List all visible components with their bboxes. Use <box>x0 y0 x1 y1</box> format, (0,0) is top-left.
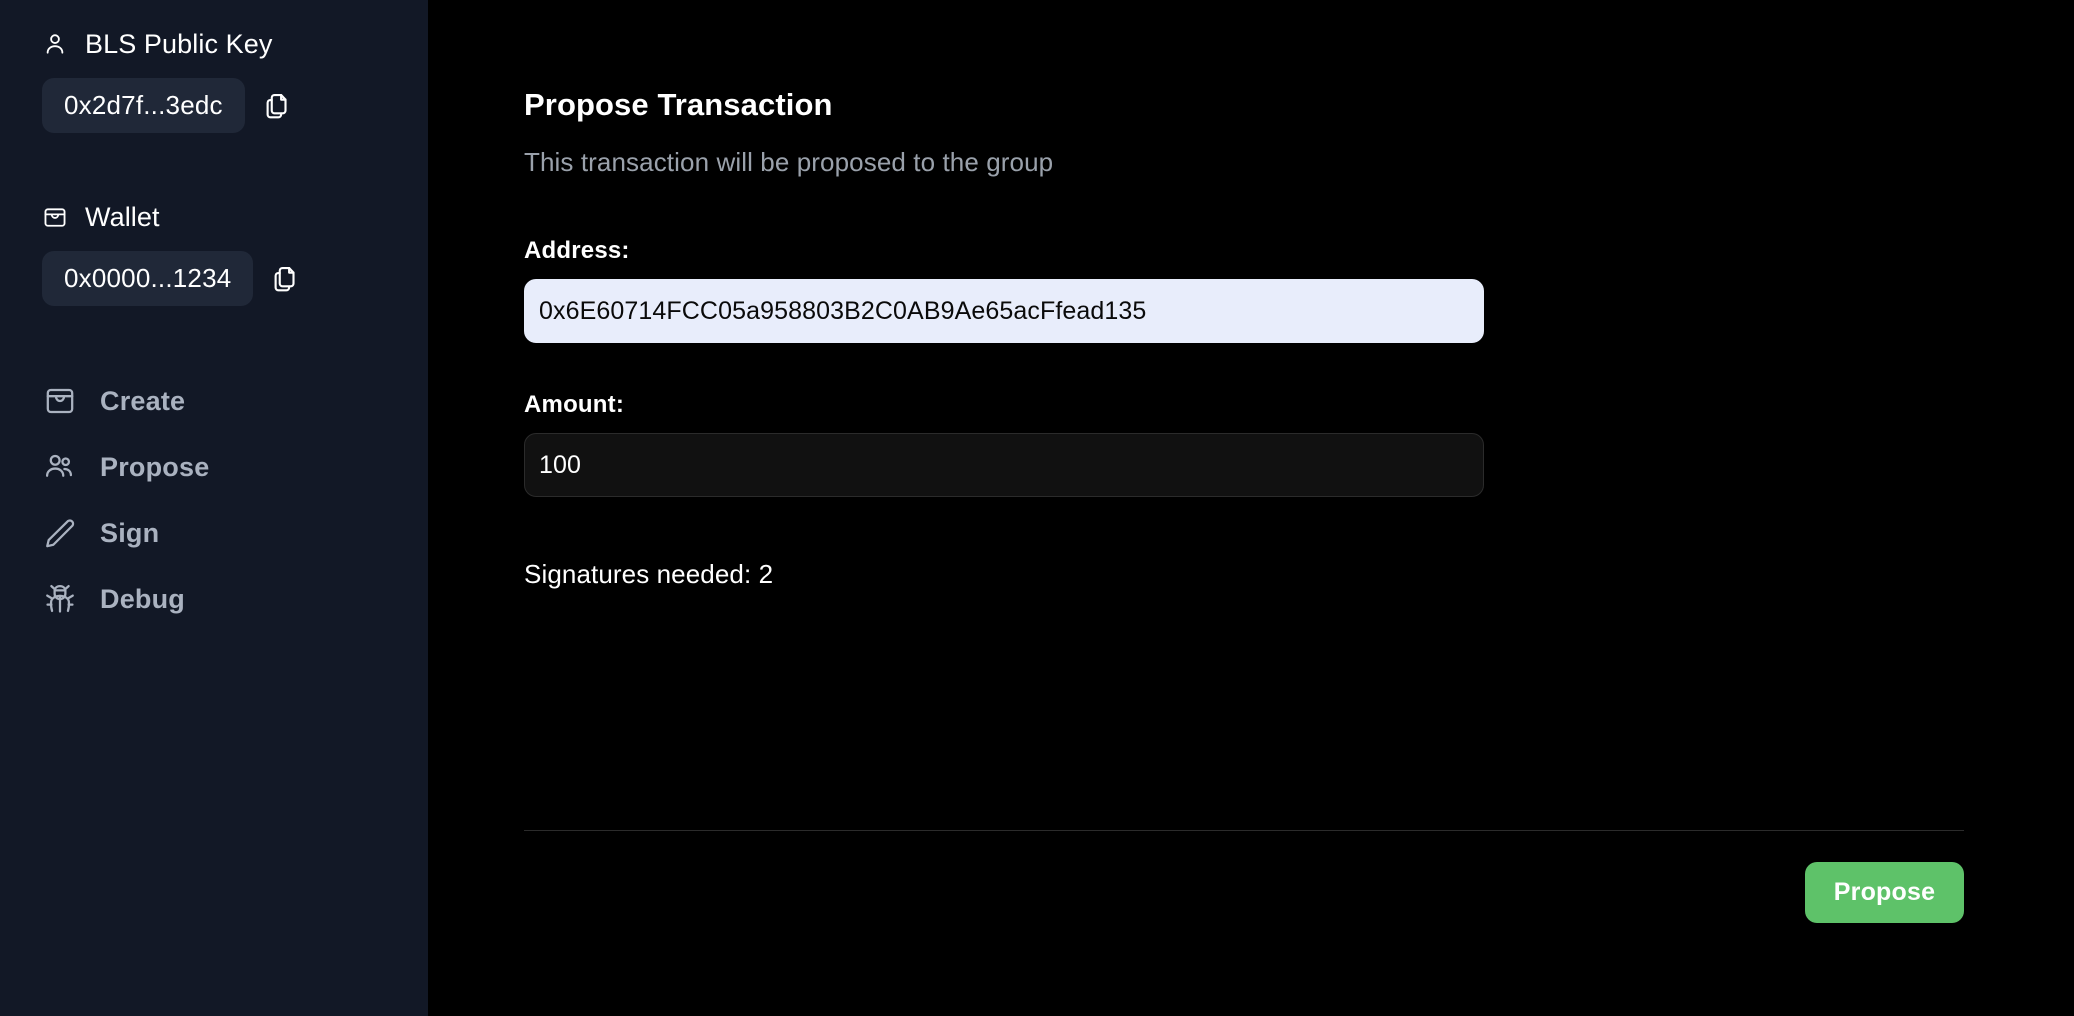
amount-label: Amount: <box>524 391 625 419</box>
main-content: Propose Transaction This transaction wil… <box>428 0 2074 1016</box>
address-input[interactable]: 0x6E60714FCC05a958803B2C0AB9Ae65acFfead1… <box>524 279 1484 344</box>
wallet-row: 0x0000...1234 <box>42 251 386 306</box>
bug-icon <box>42 581 78 617</box>
sidebar-item-label: Debug <box>100 583 185 614</box>
sidebar-item-sign[interactable]: Sign <box>42 500 386 566</box>
propose-button[interactable]: Propose <box>1805 862 1964 923</box>
signatures-needed-text: Signatures needed: 2 <box>524 559 774 590</box>
sidebar-nav: Create Propose Sign Debug <box>0 368 428 632</box>
bls-public-key-section: BLS Public Key 0x2d7f...3edc <box>0 24 428 133</box>
footer-divider <box>524 830 1964 831</box>
page-subtitle: This transaction will be proposed to the… <box>524 147 1054 178</box>
wallet-address-value[interactable]: 0x0000...1234 <box>42 251 254 306</box>
address-field-group: Address: 0x6E60714FCC05a958803B2C0AB9Ae6… <box>524 237 1964 344</box>
copy-icon[interactable] <box>269 262 303 296</box>
wallet-section: Wallet 0x0000...1234 <box>0 197 428 306</box>
sidebar-item-label: Sign <box>100 517 160 548</box>
user-icon <box>42 31 68 57</box>
wallet-header: Wallet <box>42 197 386 237</box>
copy-icon[interactable] <box>261 89 295 123</box>
bls-public-key-row: 0x2d7f...3edc <box>42 78 386 133</box>
wallet-title: Wallet <box>85 201 160 232</box>
pencil-icon <box>42 515 78 551</box>
sidebar: BLS Public Key 0x2d7f...3edc Wallet 0x00… <box>0 0 428 1016</box>
bls-public-key-value[interactable]: 0x2d7f...3edc <box>42 78 245 133</box>
amount-input[interactable]: 100 <box>524 433 1484 498</box>
bls-public-key-header: BLS Public Key <box>42 24 386 64</box>
sidebar-item-label: Create <box>100 385 186 416</box>
sidebar-item-propose[interactable]: Propose <box>42 434 386 500</box>
address-label: Address: <box>524 237 630 265</box>
sidebar-item-label: Propose <box>100 451 210 482</box>
archive-icon <box>42 383 78 419</box>
footer-actions: Propose <box>524 862 1964 923</box>
bls-public-key-title: BLS Public Key <box>85 28 273 59</box>
users-icon <box>42 449 78 485</box>
wallet-icon <box>42 204 68 230</box>
amount-field-group: Amount: 100 <box>524 391 1964 498</box>
page-title: Propose Transaction <box>524 87 833 122</box>
sidebar-item-debug[interactable]: Debug <box>42 566 386 632</box>
sidebar-item-create[interactable]: Create <box>42 368 386 434</box>
